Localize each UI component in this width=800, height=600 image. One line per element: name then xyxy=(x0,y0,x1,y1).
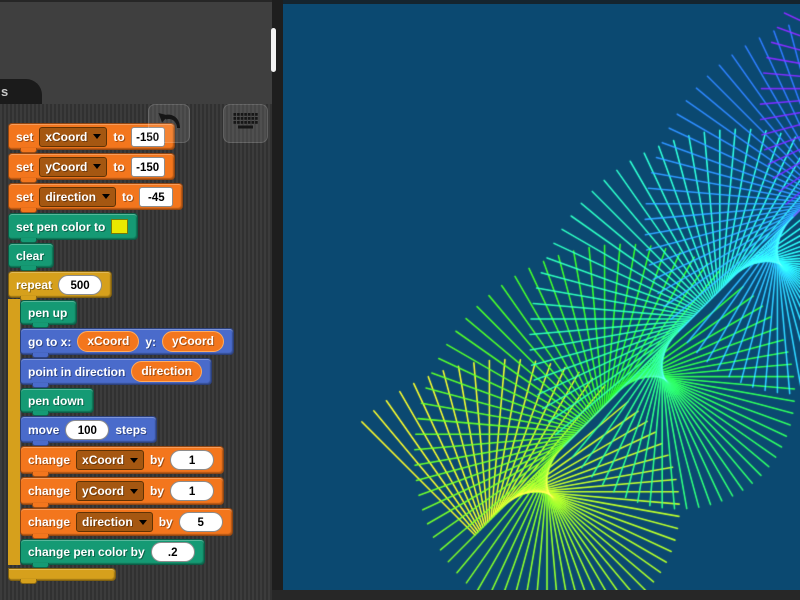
script-block[interactable]: change pen color by .2 xyxy=(20,539,205,565)
variable-reporter[interactable]: xCoord xyxy=(77,331,139,352)
block-label: to xyxy=(113,130,124,144)
tab-scripts[interactable]: s xyxy=(0,79,42,104)
variable-dropdown[interactable]: direction xyxy=(76,512,153,532)
value-slot[interactable]: 1 xyxy=(170,481,214,501)
block-label: point in direction xyxy=(28,365,125,379)
block-label: change pen color by xyxy=(28,545,145,559)
block-label: pen up xyxy=(28,306,67,320)
block-label: by xyxy=(159,515,173,529)
block-label: change xyxy=(28,484,70,498)
block-label: by xyxy=(150,453,164,467)
scripts-pane: s setxCoordto-150setyCoordto-150setdirec… xyxy=(0,0,272,600)
block-label: steps xyxy=(115,423,146,437)
variable-dropdown-value: yCoord xyxy=(45,160,87,174)
value-slot[interactable]: 100 xyxy=(65,420,109,440)
stage-top-strip xyxy=(283,0,800,4)
script-block[interactable]: pen up xyxy=(20,300,77,325)
variable-reporter[interactable]: yCoord xyxy=(162,331,224,352)
value-slot[interactable]: 500 xyxy=(58,275,102,295)
chevron-down-icon xyxy=(93,134,101,139)
script-block[interactable]: change xCoord by 1 xyxy=(20,446,224,474)
snap-ide-window: s setxCoordto-150setyCoordto-150setdirec… xyxy=(0,0,800,600)
keyboard-button[interactable] xyxy=(223,104,268,143)
variable-dropdown[interactable]: yCoord xyxy=(76,481,144,501)
block-label: set pen color to xyxy=(16,220,105,234)
block-label: by xyxy=(150,484,164,498)
value-slot[interactable]: 1 xyxy=(170,450,214,470)
chevron-down-icon xyxy=(130,489,138,494)
block-label: clear xyxy=(16,249,44,263)
scrollbar-thumb[interactable] xyxy=(271,28,276,72)
keyboard-icon xyxy=(232,112,259,136)
chevron-down-icon xyxy=(130,458,138,463)
color-swatch[interactable] xyxy=(111,219,128,234)
script-block[interactable]: repeat 500 xyxy=(8,271,112,298)
block-label: repeat xyxy=(16,278,52,292)
block-label: to xyxy=(122,190,133,204)
block-label: move xyxy=(28,423,59,437)
variable-dropdown-value: direction xyxy=(45,190,96,204)
variable-dropdown[interactable]: direction xyxy=(39,187,116,207)
script-block[interactable]: point in direction direction xyxy=(20,358,212,385)
value-slot[interactable]: -45 xyxy=(139,187,173,207)
undo-button[interactable] xyxy=(148,104,190,143)
chevron-down-icon xyxy=(93,164,101,169)
variable-dropdown-value: direction xyxy=(82,515,133,529)
variable-dropdown[interactable]: yCoord xyxy=(39,157,107,177)
script-block[interactable]: clear xyxy=(8,243,54,268)
script-block[interactable]: set pen color to xyxy=(8,213,138,240)
block-label: set xyxy=(16,160,33,174)
repeat-block-bottom[interactable] xyxy=(8,568,116,581)
repeat-block-mouth: pen up go to x: xCoord y: yCoord point in dir… xyxy=(8,299,234,565)
block-label: set xyxy=(16,130,33,144)
script-block[interactable]: move 100 steps xyxy=(20,416,157,443)
block-label: change xyxy=(28,515,70,529)
script-block[interactable]: set direction to -45 xyxy=(8,183,183,210)
script-stack: setxCoordto-150setyCoordto-150setdirecti… xyxy=(8,123,234,581)
script-block[interactable]: go to x: xCoord y: yCoord xyxy=(20,328,234,355)
script-block[interactable]: change yCoord by 1 xyxy=(20,477,224,505)
block-label: y: xyxy=(145,335,156,349)
pen-drawing-canvas xyxy=(283,4,800,590)
script-block[interactable]: set yCoord to -150 xyxy=(8,153,175,180)
script-block[interactable]: change direction by 5 xyxy=(20,508,233,536)
variable-dropdown-value: xCoord xyxy=(45,130,87,144)
chevron-down-icon xyxy=(139,520,147,525)
chevron-down-icon xyxy=(102,194,110,199)
block-label: set xyxy=(16,190,33,204)
stage xyxy=(283,0,800,600)
stage-bottom-strip xyxy=(272,590,800,600)
variable-reporter[interactable]: direction xyxy=(131,361,202,382)
block-label: go to x: xyxy=(28,335,71,349)
variable-dropdown-value: yCoord xyxy=(82,484,124,498)
block-label: pen down xyxy=(28,394,84,408)
pane-divider[interactable] xyxy=(272,0,283,600)
undo-arrow-icon xyxy=(156,110,182,137)
variable-dropdown[interactable]: xCoord xyxy=(39,127,107,147)
block-label: to xyxy=(113,160,124,174)
script-block[interactable]: pen down xyxy=(20,388,94,413)
variable-dropdown[interactable]: xCoord xyxy=(76,450,144,470)
block-label: change xyxy=(28,453,70,467)
value-slot[interactable]: .2 xyxy=(151,542,195,562)
value-slot[interactable]: -150 xyxy=(131,157,165,177)
value-slot[interactable]: 5 xyxy=(179,512,223,532)
variable-dropdown-value: xCoord xyxy=(82,453,124,467)
